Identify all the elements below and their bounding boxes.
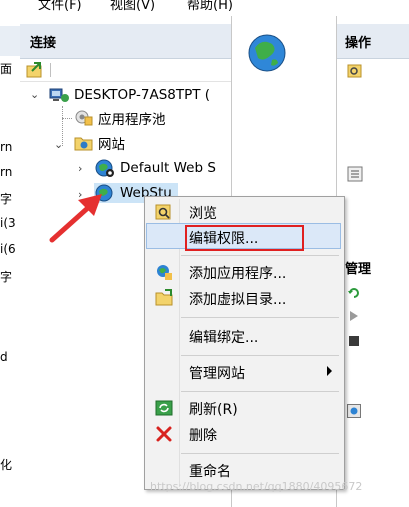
menu-item-edit-bindings[interactable]: 编辑绑定...	[147, 323, 342, 349]
menu-file[interactable]: 文件(F)	[38, 0, 82, 13]
menu-view[interactable]: 视图(V)	[110, 0, 155, 13]
connections-title: 连接	[30, 36, 57, 51]
menu-separator	[181, 255, 339, 256]
left-cut-panel: 面 rn rn 字 i(3 i(6 字 d 化	[0, 16, 21, 507]
tree-site-default[interactable]: Default Web S	[94, 158, 216, 178]
menu-item-add-virtual-directory[interactable]: 添加虚拟目录...	[147, 285, 342, 311]
browse-site-icon[interactable]	[347, 404, 361, 418]
sites-folder-icon	[74, 137, 93, 151]
submenu-arrow-icon	[327, 366, 332, 376]
menu-item-add-application[interactable]: 添加应用程序...	[147, 259, 342, 285]
globe-icon	[95, 159, 114, 177]
annotation-arrow-icon	[49, 194, 102, 243]
tree-app-pools-label: 应用程序池	[98, 112, 166, 128]
tree-server[interactable]: DESKTOP-7AS8TPT (	[48, 85, 210, 105]
context-menu: 浏览 编辑权限... 添加应用程序... 添加虚拟目录... 编辑绑定... 管…	[144, 196, 345, 490]
menu-bar: 文件(F) 视图(V) 帮助(H)	[0, 0, 409, 16]
left-text: 字	[0, 270, 13, 284]
left-text: 面	[0, 62, 13, 76]
connections-toolbar	[20, 59, 231, 82]
manage-section-title: 管理	[345, 262, 372, 277]
add-application-icon	[157, 265, 172, 280]
basic-settings-icon[interactable]	[347, 166, 363, 182]
delete-icon	[156, 426, 172, 442]
actions-header: 操作	[337, 24, 409, 59]
tree-line	[62, 118, 72, 120]
add-virtual-dir-icon	[155, 289, 173, 306]
menu-separator	[181, 317, 339, 318]
menu-separator	[181, 355, 339, 356]
stop-icon[interactable]	[349, 336, 359, 346]
left-text: rn	[0, 165, 13, 179]
menu-item-browse[interactable]: 浏览	[147, 199, 342, 225]
menu-separator	[181, 453, 339, 454]
menu-help[interactable]: 帮助(H)	[187, 0, 233, 13]
toolbar-divider	[50, 63, 51, 77]
menu-item-delete[interactable]: 删除	[147, 421, 342, 447]
connections-header: 连接	[20, 24, 231, 59]
explore-icon[interactable]	[347, 62, 363, 78]
refresh-icon	[155, 400, 173, 416]
actions-title: 操作	[345, 36, 372, 51]
tree-sites-label: 网站	[98, 137, 125, 153]
watermark: https://blog.csdn.net/qq1880/4095672	[150, 480, 363, 493]
left-panel-header	[0, 26, 20, 56]
menu-item-refresh[interactable]: 刷新(R)	[147, 395, 342, 421]
app-pool-icon	[75, 110, 93, 126]
tree-server-label: DESKTOP-7AS8TPT (	[74, 87, 211, 103]
actions-panel: 操作 管理	[337, 16, 409, 507]
connect-icon[interactable]	[26, 61, 44, 79]
chevron-down-icon[interactable]: ⌄	[54, 138, 63, 151]
left-text: i(6	[0, 242, 16, 256]
left-text: 化	[0, 458, 13, 472]
tree-sites[interactable]: 网站	[74, 133, 125, 153]
browse-icon	[155, 204, 171, 220]
tree-app-pools[interactable]: 应用程序池	[74, 108, 166, 128]
server-icon	[49, 88, 69, 102]
left-text: d	[0, 350, 8, 364]
large-globe-icon	[248, 34, 286, 72]
menu-separator	[181, 391, 339, 392]
tree-site-default-label: Default Web S	[120, 160, 216, 176]
left-text: rn	[0, 140, 13, 154]
chevron-right-icon[interactable]: ›	[78, 162, 82, 175]
menu-item-manage-website[interactable]: 管理网站	[147, 359, 342, 385]
chevron-down-icon[interactable]: ⌄	[30, 88, 39, 101]
annotation-red-box	[185, 225, 304, 251]
start-icon[interactable]	[349, 310, 359, 322]
restart-icon[interactable]	[347, 286, 361, 300]
left-text: 字	[0, 192, 13, 206]
left-text: i(3	[0, 216, 16, 230]
